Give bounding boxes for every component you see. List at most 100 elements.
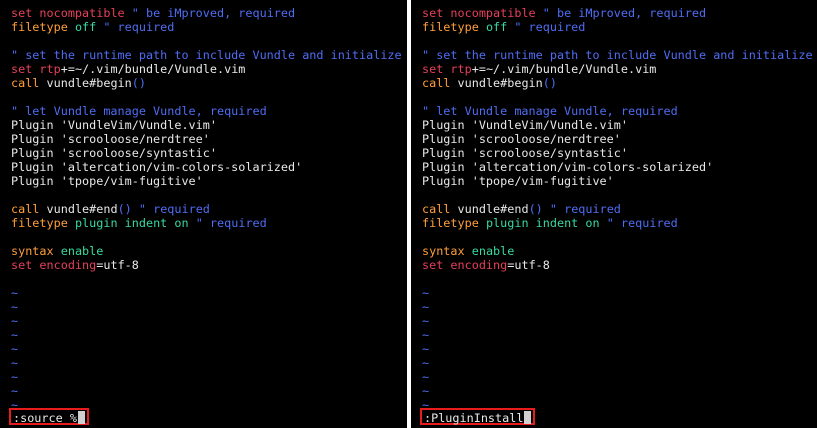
plugin-line: Plugin 'VundleVim/Vundle.vim' (422, 118, 628, 132)
vim-command-line[interactable]: :source % (9, 408, 89, 425)
empty-line-tilde: ~ (422, 314, 430, 328)
keyword: set (11, 258, 33, 272)
keyword: syntax (422, 244, 465, 258)
keyword: set (11, 6, 33, 20)
empty-line-tilde: ~ (11, 286, 19, 300)
empty-line-tilde: ~ (11, 342, 19, 356)
empty-line-tilde: ~ (422, 356, 430, 370)
option: encoding (39, 258, 97, 272)
left-editor-buffer[interactable]: set nocompatible " be iMproved, required… (11, 6, 407, 412)
empty-line-tilde: ~ (11, 328, 19, 342)
keyword: filetype (11, 20, 68, 34)
plugin-line: Plugin 'altercation/vim-colors-solarized… (11, 160, 303, 174)
code-line: set rtp+=~/.vim/bundle/Vundle.vim (11, 62, 407, 76)
paren: () (131, 76, 146, 90)
comment: " required (96, 20, 175, 34)
value: ~/.vim/bundle/Vundle.vim (74, 62, 246, 76)
left-vim-pane[interactable]: set nocompatible " be iMproved, required… (0, 0, 407, 428)
comment-line: " set the runtime path to include Vundle… (11, 48, 402, 62)
value: off (74, 20, 97, 34)
empty-line-tilde: ~ (11, 314, 19, 328)
operator: += (471, 62, 486, 76)
empty-line-tilde: ~ (422, 328, 430, 342)
keyword: filetype (422, 20, 479, 34)
comment: " required (188, 216, 267, 230)
value: on (585, 216, 600, 230)
plugin-line: Plugin 'scrooloose/nerdtree' (422, 132, 621, 146)
value: utf-8 (103, 258, 139, 272)
value: off (485, 20, 508, 34)
comment: " required (599, 216, 678, 230)
option: rtp (39, 62, 61, 76)
keyword: set (422, 6, 444, 20)
keyword: filetype (422, 216, 479, 230)
plugin-line: Plugin 'tpope/vim-fugitive' (11, 174, 203, 188)
code-line: set encoding=utf-8 (422, 258, 817, 272)
code-line: filetype plugin indent on " required (422, 216, 817, 230)
value: plugin (485, 216, 529, 230)
plugin-line: Plugin 'scrooloose/syntastic' (422, 146, 628, 160)
empty-line-tilde: ~ (11, 300, 19, 314)
value: indent (535, 216, 579, 230)
empty-line-tilde: ~ (422, 300, 430, 314)
value: enable (471, 244, 515, 258)
function: vundle#end (46, 202, 118, 216)
code-line: set rtp+=~/.vim/bundle/Vundle.vim (422, 62, 817, 76)
empty-line-tilde: ~ (11, 384, 19, 398)
value: utf-8 (514, 258, 550, 272)
vim-command-line[interactable]: :PluginInstall (420, 408, 536, 425)
code-line: call vundle#end() " required (11, 202, 407, 216)
plugin-line: Plugin 'scrooloose/nerdtree' (11, 132, 210, 146)
paren: () (542, 76, 557, 90)
command-text: :PluginInstall (424, 411, 524, 425)
option: nocompatible (450, 6, 536, 20)
code-line: set nocompatible " be iMproved, required (11, 6, 407, 20)
empty-line-tilde: ~ (11, 356, 19, 370)
right-vim-pane[interactable]: set nocompatible " be iMproved, required… (411, 0, 817, 428)
keyword: filetype (11, 216, 68, 230)
empty-line-tilde: ~ (422, 370, 430, 384)
comment: " required (507, 20, 586, 34)
text-cursor (77, 411, 85, 424)
paren: () (528, 202, 543, 216)
keyword: set (422, 62, 444, 76)
empty-line-tilde: ~ (11, 370, 19, 384)
code-line: filetype off " required (11, 20, 407, 34)
plugin-line: Plugin 'scrooloose/syntastic' (11, 146, 217, 160)
comment: " required (542, 202, 621, 216)
code-line: syntax enable (422, 244, 817, 258)
code-line: set nocompatible " be iMproved, required (422, 6, 817, 20)
operator: += (60, 62, 75, 76)
value: on (174, 216, 189, 230)
code-line: call vundle#begin() (11, 76, 407, 90)
comment-line: " let Vundle manage Vundle, required (422, 104, 678, 118)
plugin-line: Plugin 'altercation/vim-colors-solarized… (422, 160, 714, 174)
code-line: call vundle#begin() (422, 76, 817, 90)
option: encoding (450, 258, 508, 272)
empty-line-tilde: ~ (422, 342, 430, 356)
comment-line: " set the runtime path to include Vundle… (422, 48, 813, 62)
value: indent (124, 216, 168, 230)
terminal-screen: set nocompatible " be iMproved, required… (0, 0, 817, 428)
plugin-line: Plugin 'VundleVim/Vundle.vim' (11, 118, 217, 132)
code-line: filetype plugin indent on " required (11, 216, 407, 230)
right-editor-buffer[interactable]: set nocompatible " be iMproved, required… (422, 6, 817, 412)
text-cursor (524, 411, 532, 424)
keyword: call (11, 202, 40, 216)
option: nocompatible (39, 6, 125, 20)
empty-line-tilde: ~ (422, 384, 430, 398)
comment: " be iMproved, required (535, 6, 707, 20)
comment: " be iMproved, required (124, 6, 296, 20)
paren: () (117, 202, 132, 216)
code-line: call vundle#end() " required (422, 202, 817, 216)
keyword: set (11, 62, 33, 76)
function: vundle#end (457, 202, 529, 216)
